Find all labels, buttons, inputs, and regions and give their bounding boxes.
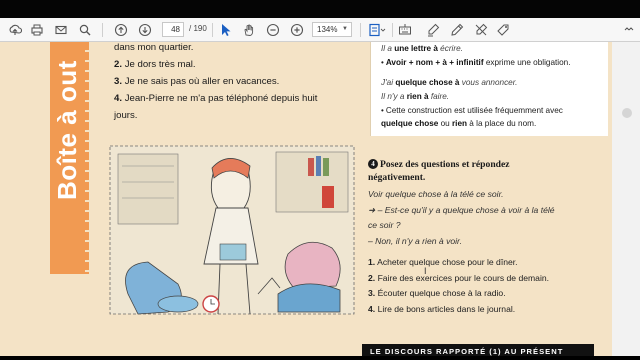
window-top-bar [0, 0, 640, 18]
page-down-icon[interactable] [136, 21, 154, 39]
select-cursor-icon[interactable] [218, 21, 234, 39]
hand-icon[interactable] [240, 21, 258, 39]
highlight-icon[interactable] [424, 21, 442, 39]
illustration [109, 145, 355, 315]
more-icon[interactable] [622, 21, 636, 39]
intro-list: dans mon quartier. 2. Je dors très mal. … [114, 42, 354, 124]
side-panel[interactable] [612, 42, 640, 360]
list-item: 3. Je ne sais pas où aller en vacances. [114, 76, 280, 87]
page-number-input[interactable]: 48 [162, 22, 184, 37]
keyboard-icon[interactable] [396, 21, 414, 39]
mail-icon[interactable] [52, 21, 70, 39]
stamp-icon[interactable] [494, 21, 512, 39]
upload-icon[interactable] [6, 21, 24, 39]
exercise-4: 4 Posez des questions et répondez négativ… [368, 158, 608, 317]
page-up-icon[interactable] [112, 21, 130, 39]
zoom-out-icon[interactable] [264, 21, 282, 39]
section-title: Boîte à out [52, 60, 82, 200]
zoom-in-icon[interactable] [288, 21, 306, 39]
zoom-select[interactable]: 134% ▼ [312, 22, 352, 37]
panel-toggle-icon[interactable] [622, 108, 632, 118]
list-item: 4. Lire de bons articles dans le journal… [368, 303, 516, 314]
fit-page-icon[interactable] [366, 21, 388, 39]
list-item: 3. Écouter quelque chose à la radio. [368, 288, 506, 298]
exercise-title-2: négativement. [368, 172, 426, 183]
list-item: 1. Acheter quelque chose pour le dîner. [368, 257, 518, 267]
example-line: ➜ – Est-ce qu'il y a quelque chose à voi… [368, 204, 555, 215]
exercise-title: Posez des questions et répondez [380, 159, 510, 170]
print-icon[interactable] [28, 21, 46, 39]
text-cursor-icon: Ι [424, 266, 427, 276]
list-item: 2. Faire des exercices pour le cours de … [368, 272, 550, 283]
grammar-box: Il a une lettre à écrire. • Avoir + nom +… [370, 42, 608, 136]
list-item: 2. Je dors très mal. [114, 59, 196, 70]
pdf-toolbar: 48 / 190 134% ▼ [0, 18, 640, 42]
exercise-number: 4 [368, 159, 378, 169]
page-total: / 190 [189, 24, 207, 33]
document-viewport[interactable]: Boîte à out dans mon quartier. 2. Je dor… [0, 42, 640, 360]
search-icon[interactable] [76, 21, 94, 39]
chevron-down-icon: ▼ [342, 26, 348, 32]
sign-icon[interactable] [448, 21, 466, 39]
example-line: Voir quelque chose à la télé ce soir. [368, 189, 504, 199]
erase-icon[interactable] [472, 21, 490, 39]
list-item: jours. [114, 110, 138, 121]
list-item: dans mon quartier. [114, 42, 194, 53]
example-line: ce soir ? [368, 220, 401, 230]
list-item: 4. Jean-Pierre ne m'a pas téléphoné depu… [114, 93, 318, 104]
example-line: – Non, il n'y a rien à voir. [368, 235, 462, 246]
pdf-page: Boîte à out dans mon quartier. 2. Je dor… [0, 42, 612, 360]
